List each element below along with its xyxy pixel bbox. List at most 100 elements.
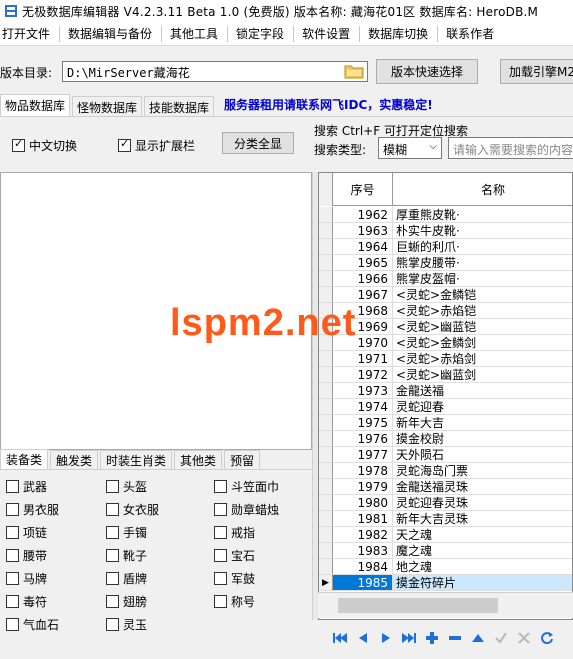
cell-name[interactable]: 新年大吉灵珠 — [393, 511, 572, 527]
row-indicator[interactable] — [319, 511, 333, 527]
last-icon[interactable] — [397, 627, 420, 649]
cell-id[interactable]: 1983 — [333, 543, 393, 559]
category-checkbox[interactable]: 马牌 — [6, 570, 47, 587]
menu-settings[interactable]: 软件设置 — [300, 25, 361, 42]
cell-name[interactable]: 灵蛇迎春灵珠 — [393, 495, 572, 511]
tab-trigger[interactable]: 触发类 — [50, 450, 99, 469]
checkbox-box[interactable] — [12, 137, 25, 152]
category-checkbox[interactable]: 称号 — [214, 593, 255, 610]
menu-lock-fields[interactable]: 锁定字段 — [234, 25, 295, 42]
row-indicator[interactable] — [319, 287, 333, 303]
row-indicator[interactable] — [319, 207, 333, 223]
checkbox-box[interactable] — [214, 549, 227, 562]
table-row[interactable]: 1975 新年大吉 — [319, 415, 572, 431]
cell-name[interactable]: <灵蛇>金鳞剑 — [393, 335, 572, 351]
table-row[interactable]: 1976 摸金校尉 — [319, 431, 572, 447]
category-checkbox[interactable]: 项链 — [6, 524, 47, 541]
category-checkbox[interactable]: 头盔 — [106, 478, 147, 495]
table-row[interactable]: 1972 <灵蛇>幽蓝剑 — [319, 367, 572, 383]
row-indicator[interactable] — [319, 479, 333, 495]
table-row[interactable]: 1973 金龍送福 — [319, 383, 572, 399]
category-checkbox[interactable]: 女衣服 — [106, 501, 159, 518]
cell-id[interactable]: 1967 — [333, 287, 393, 303]
checkbox-box[interactable] — [6, 526, 19, 539]
table-row[interactable]: 1964 巨蜥的利爪· — [319, 239, 572, 255]
horizontal-scrollbar[interactable] — [318, 592, 573, 618]
edit-icon[interactable] — [466, 627, 489, 649]
checkbox-box[interactable] — [214, 595, 227, 608]
version-dir-input[interactable]: D:\MirServer藏海花 — [62, 61, 368, 82]
checkbox-box[interactable] — [106, 618, 119, 631]
row-indicator[interactable] — [319, 271, 333, 287]
checkbox-box[interactable] — [106, 480, 119, 493]
cell-id[interactable]: 1979 — [333, 479, 393, 495]
row-indicator[interactable] — [319, 431, 333, 447]
category-checkbox[interactable]: 灵玉 — [106, 616, 147, 633]
checkbox-box[interactable] — [214, 503, 227, 516]
show-extension-checkbox[interactable]: 显示扩展栏 — [118, 137, 195, 154]
checkbox-box[interactable] — [214, 572, 227, 585]
cell-id[interactable]: 1977 — [333, 447, 393, 463]
category-checkbox[interactable]: 军鼓 — [214, 570, 255, 587]
category-checkbox[interactable]: 戒指 — [214, 524, 255, 541]
refresh-icon[interactable] — [535, 627, 558, 649]
table-row[interactable]: 1966 熊掌皮盔帽· — [319, 271, 572, 287]
row-indicator[interactable] — [319, 239, 333, 255]
cell-id[interactable]: 1978 — [333, 463, 393, 479]
category-checkbox[interactable]: 斗笠面巾 — [214, 478, 279, 495]
chevron-down-icon[interactable]: ⌵ — [429, 141, 437, 152]
insert-icon[interactable] — [420, 627, 443, 649]
tab-skill-db[interactable]: 技能数据库 — [144, 96, 215, 116]
search-input[interactable]: 请输入需要搜索的内容 — [448, 137, 573, 159]
delete-icon[interactable] — [443, 627, 466, 649]
row-indicator[interactable] — [319, 559, 333, 575]
table-row[interactable]: 1977 天外陨石 — [319, 447, 572, 463]
chinese-switch-checkbox[interactable]: 中文切换 — [12, 137, 77, 154]
cell-id[interactable]: 1963 — [333, 223, 393, 239]
version-quick-select-button[interactable]: 版本快速选择 — [376, 59, 478, 84]
checkbox-box[interactable] — [6, 572, 19, 585]
table-row[interactable]: 1969 <灵蛇>幽蓝铠 — [319, 319, 572, 335]
cell-name[interactable]: <灵蛇>赤焰剑 — [393, 351, 572, 367]
table-row[interactable]: 1971 <灵蛇>赤焰剑 — [319, 351, 572, 367]
column-header-id[interactable]: 序号 — [333, 173, 393, 206]
checkbox-box[interactable] — [106, 503, 119, 516]
checkbox-box[interactable] — [6, 549, 19, 562]
category-checkbox[interactable]: 毒符 — [6, 593, 47, 610]
table-row[interactable]: 1980 灵蛇迎春灵珠 — [319, 495, 572, 511]
tab-other[interactable]: 其他类 — [174, 450, 223, 469]
cell-name[interactable]: 金龍送福灵珠 — [393, 479, 572, 495]
cell-name[interactable]: <灵蛇>幽蓝铠 — [393, 319, 572, 335]
prev-icon[interactable] — [351, 627, 374, 649]
cell-name[interactable]: <灵蛇>金鳞铠 — [393, 287, 572, 303]
menu-db-switch[interactable]: 数据库切换 — [366, 25, 439, 42]
cell-name[interactable]: 灵蛇迎春 — [393, 399, 572, 415]
row-indicator[interactable] — [319, 383, 333, 399]
tab-item-db[interactable]: 物品数据库 — [0, 94, 71, 116]
category-checkbox[interactable]: 宝石 — [214, 547, 255, 564]
cell-name[interactable]: 摸金校尉 — [393, 431, 572, 447]
cell-name[interactable]: 天之魂 — [393, 527, 572, 543]
tab-fashion-zodiac[interactable]: 时装生肖类 — [100, 450, 173, 469]
category-checkbox[interactable]: 男衣服 — [6, 501, 59, 518]
column-header-name[interactable]: 名称 — [393, 173, 572, 206]
cell-name[interactable]: <灵蛇>幽蓝剑 — [393, 367, 572, 383]
cell-name[interactable]: 熊掌皮盔帽· — [393, 271, 572, 287]
checkbox-box[interactable] — [106, 549, 119, 562]
category-checkbox[interactable]: 翅膀 — [106, 593, 147, 610]
table-row[interactable]: 1982 天之魂 — [319, 527, 572, 543]
tab-monster-db[interactable]: 怪物数据库 — [72, 96, 143, 116]
checkbox-box[interactable] — [214, 526, 227, 539]
row-indicator[interactable] — [319, 351, 333, 367]
table-row[interactable]: 1968 <灵蛇>赤焰铠 — [319, 303, 572, 319]
category-checkbox[interactable]: 盾牌 — [106, 570, 147, 587]
checkbox-box[interactable] — [6, 595, 19, 608]
load-engine-button[interactable]: 加载引擎M2 — [500, 59, 573, 84]
cell-id[interactable]: 1985 — [333, 575, 393, 591]
category-checkbox[interactable]: 气血石 — [6, 616, 59, 633]
menu-open-file[interactable]: 打开文件 — [0, 25, 61, 42]
menu-other-tools[interactable]: 其他工具 — [168, 25, 229, 42]
cell-name[interactable]: 熊掌皮腰带· — [393, 255, 572, 271]
checkbox-box[interactable] — [106, 572, 119, 585]
checkbox-box[interactable] — [6, 503, 19, 516]
